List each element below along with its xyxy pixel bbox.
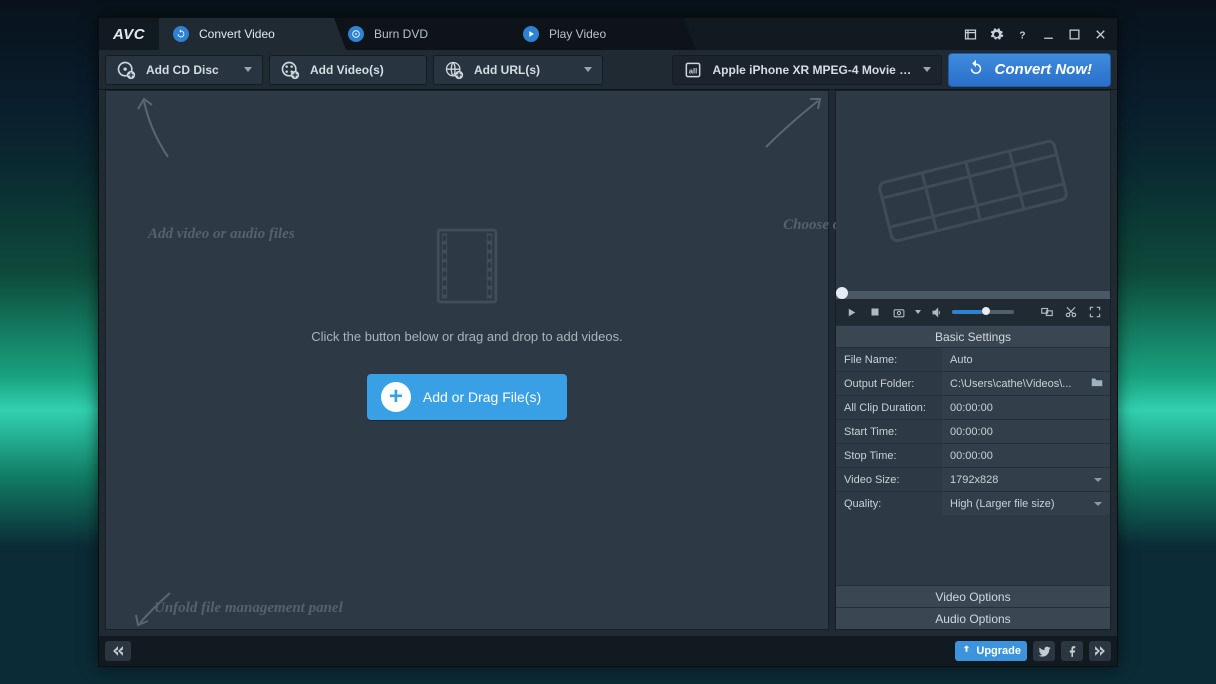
disc-plus-icon (116, 60, 136, 80)
setting-row-stop-time: Stop Time:00:00:00 (836, 443, 1110, 467)
volume-icon[interactable] (928, 303, 946, 321)
expand-panel-button[interactable] (1089, 641, 1111, 661)
button-label: Add URL(s) (474, 63, 540, 77)
seek-slider[interactable] (836, 291, 1110, 299)
tab-label: Burn DVD (374, 27, 428, 41)
footer: Upgrade (99, 636, 1117, 666)
hint-unfold-panel: Unfold file management panel (154, 600, 343, 617)
unfold-panel-button[interactable] (105, 641, 131, 661)
titlebar: AVC Convert Video Burn DVD Play Video (99, 18, 1117, 50)
setting-row-filename: File Name:Auto (836, 347, 1110, 371)
chevron-down-icon (244, 67, 252, 72)
video-size-select[interactable]: 1792x828 (942, 468, 1110, 491)
mode-tabs: Convert Video Burn DVD Play Video (159, 18, 953, 50)
film-placeholder-icon (422, 221, 512, 311)
play-icon[interactable] (842, 303, 860, 321)
upload-icon (961, 644, 972, 658)
maximize-icon[interactable] (1063, 23, 1085, 45)
add-cd-disc-button[interactable]: Add CD Disc (105, 55, 263, 85)
twitter-button[interactable] (1033, 641, 1055, 661)
button-label: Convert Now! (995, 61, 1093, 78)
profile-label: Apple iPhone XR MPEG-4 Movie (*.m... (713, 63, 913, 77)
globe-plus-icon (444, 60, 464, 80)
preview-area (836, 91, 1110, 291)
close-icon[interactable] (1089, 23, 1111, 45)
film-reel-icon (873, 136, 1073, 246)
stop-icon[interactable] (866, 303, 884, 321)
play-icon (523, 26, 539, 42)
film-plus-icon (280, 60, 300, 80)
convert-icon (967, 59, 985, 81)
setting-row-video-size: Video Size:1792x828 (836, 467, 1110, 491)
start-time-value[interactable]: 00:00:00 (942, 420, 1110, 443)
body: Add video or audio files Choose output p… (99, 90, 1117, 636)
stop-time-value[interactable]: 00:00:00 (942, 444, 1110, 467)
chevron-down-icon (584, 67, 592, 72)
options-icon[interactable] (959, 23, 981, 45)
refresh-icon (173, 26, 189, 42)
add-urls-button[interactable]: Add URL(s) (433, 55, 603, 85)
add-videos-button[interactable]: Add Video(s) (269, 55, 427, 85)
tab-play-video[interactable]: Play Video (509, 18, 684, 50)
app-window: AVC Convert Video Burn DVD Play Video (98, 17, 1118, 667)
setting-row-start-time: Start Time:00:00:00 (836, 419, 1110, 443)
disc-icon (348, 26, 364, 42)
side-panel: Basic Settings File Name:Auto Output Fol… (835, 90, 1111, 630)
button-label: Add Video(s) (310, 63, 384, 77)
toolbar: Add CD Disc Add Video(s) Add URL(s) all … (99, 50, 1117, 90)
tab-burn-dvd[interactable]: Burn DVD (334, 18, 509, 50)
svg-text:?: ? (1019, 30, 1025, 41)
duration-value: 00:00:00 (942, 396, 1110, 419)
help-icon[interactable]: ? (1011, 23, 1033, 45)
app-logo: AVC (99, 18, 159, 50)
setting-row-duration: All Clip Duration:00:00:00 (836, 395, 1110, 419)
svg-text:all: all (688, 66, 696, 75)
upgrade-button[interactable]: Upgrade (955, 641, 1027, 661)
arrow-icon (760, 93, 830, 153)
plus-icon: + (381, 382, 411, 412)
setting-row-quality: Quality:High (Larger file size) (836, 491, 1110, 515)
convert-now-button[interactable]: Convert Now! (948, 53, 1112, 87)
filename-value[interactable]: Auto (942, 348, 1110, 371)
setting-row-output-folder: Output Folder:C:\Users\cathe\Videos\... (836, 371, 1110, 395)
facebook-button[interactable] (1061, 641, 1083, 661)
tab-label: Convert Video (199, 27, 275, 41)
player-controls (836, 299, 1110, 325)
button-label: Add CD Disc (146, 63, 219, 77)
instruction-text: Click the button below or drag and drop … (311, 329, 622, 344)
hint-add-files: Add video or audio files (148, 226, 295, 243)
slider-thumb[interactable] (836, 287, 848, 299)
tab-label: Play Video (549, 27, 606, 41)
output-icon: all (683, 60, 703, 80)
chevron-down-icon (923, 67, 931, 72)
aspect-icon[interactable] (1038, 303, 1056, 321)
output-folder-value[interactable]: C:\Users\cathe\Videos\... (942, 372, 1110, 395)
add-or-drag-files-button[interactable]: + Add or Drag File(s) (367, 374, 567, 420)
chevron-down-icon[interactable] (914, 303, 922, 321)
audio-options-header[interactable]: Audio Options (836, 607, 1110, 629)
minimize-icon[interactable] (1037, 23, 1059, 45)
volume-slider[interactable] (952, 310, 1014, 314)
arrow-icon (130, 95, 180, 165)
settings-rows: File Name:Auto Output Folder:C:\Users\ca… (836, 347, 1110, 515)
output-profile-selector[interactable]: all Apple iPhone XR MPEG-4 Movie (*.m... (672, 55, 942, 85)
cut-icon[interactable] (1062, 303, 1080, 321)
basic-settings-header[interactable]: Basic Settings (836, 325, 1110, 347)
fullscreen-icon[interactable] (1086, 303, 1104, 321)
button-label: Add or Drag File(s) (423, 389, 541, 405)
snapshot-icon[interactable] (890, 303, 908, 321)
quality-select[interactable]: High (Larger file size) (942, 492, 1110, 515)
settings-blank (836, 515, 1110, 585)
tab-convert-video[interactable]: Convert Video (159, 18, 334, 50)
main-panel[interactable]: Add video or audio files Choose output p… (105, 90, 829, 630)
folder-icon[interactable] (1090, 376, 1104, 391)
gear-icon[interactable] (985, 23, 1007, 45)
system-buttons: ? (953, 18, 1117, 50)
video-options-header[interactable]: Video Options (836, 585, 1110, 607)
